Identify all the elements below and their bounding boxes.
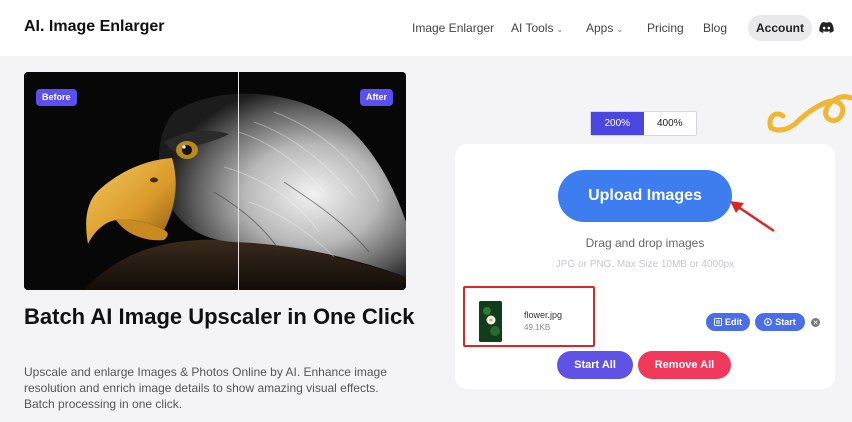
- swirl-decoration: [767, 94, 852, 133]
- upload-images-button[interactable]: Upload Images: [558, 170, 732, 222]
- nav-item-pricing[interactable]: Pricing: [647, 21, 684, 35]
- nav-item-ai-tools[interactable]: AI Tools ⌄: [511, 21, 563, 35]
- nav-item-label: Image Enlarger: [412, 21, 495, 35]
- upload-hint-text: JPG or PNG. Max Size 10MB or 4000px: [555, 259, 735, 270]
- file-name: flower.jpg: [524, 310, 563, 320]
- remove-file-icon[interactable]: ✕: [811, 318, 820, 327]
- nav-item-apps[interactable]: Apps ⌄: [586, 21, 623, 35]
- discord-icon[interactable]: [819, 21, 834, 34]
- start-all-button[interactable]: Start All: [557, 351, 633, 379]
- start-icon: [764, 318, 773, 326]
- top-nav-bar: AI. Image Enlarger Image Enlarger AI Too…: [0, 0, 852, 56]
- brand-logo[interactable]: AI. Image Enlarger: [24, 18, 165, 36]
- page-description: Upscale and enlarge Images & Photos Onli…: [24, 365, 387, 411]
- edit-icon: [714, 318, 722, 326]
- start-button[interactable]: Start: [755, 313, 805, 331]
- drag-drop-text: Drag and drop images: [585, 236, 705, 250]
- nav-item-label: Apps: [586, 21, 614, 35]
- scale-toggle: 200% 400%: [590, 111, 697, 136]
- eagle-photo: [24, 72, 406, 290]
- comparison-slider-handle[interactable]: [238, 72, 239, 290]
- page-headline: Batch AI Image Upscaler in One Click: [24, 304, 415, 329]
- nav-item-label: Blog: [703, 21, 728, 35]
- scale-option-200[interactable]: 200%: [591, 112, 644, 135]
- chevron-down-icon: ⌄: [616, 25, 624, 34]
- nav-item-label: AI Tools: [511, 21, 554, 35]
- flower-thumbnail-image: [479, 301, 502, 342]
- nav-item-label: Pricing: [647, 21, 684, 35]
- file-thumbnail: [479, 301, 502, 342]
- after-badge: After: [360, 89, 394, 106]
- nav-item-image-enlarger[interactable]: Image Enlarger: [412, 21, 494, 35]
- scale-option-400[interactable]: 400%: [644, 112, 697, 135]
- before-after-comparison[interactable]: Before After: [24, 72, 406, 290]
- nav-item-blog[interactable]: Blog: [703, 21, 727, 35]
- edit-button[interactable]: Edit: [706, 313, 750, 331]
- chevron-down-icon: ⌄: [556, 25, 564, 34]
- remove-all-button[interactable]: Remove All: [638, 351, 731, 379]
- red-arrow-annotation: [730, 201, 775, 233]
- start-label: Start: [775, 317, 796, 327]
- edit-label: Edit: [725, 317, 742, 327]
- file-size: 49.1KB: [524, 323, 551, 332]
- before-badge: Before: [36, 89, 77, 106]
- account-button[interactable]: Account: [748, 15, 812, 41]
